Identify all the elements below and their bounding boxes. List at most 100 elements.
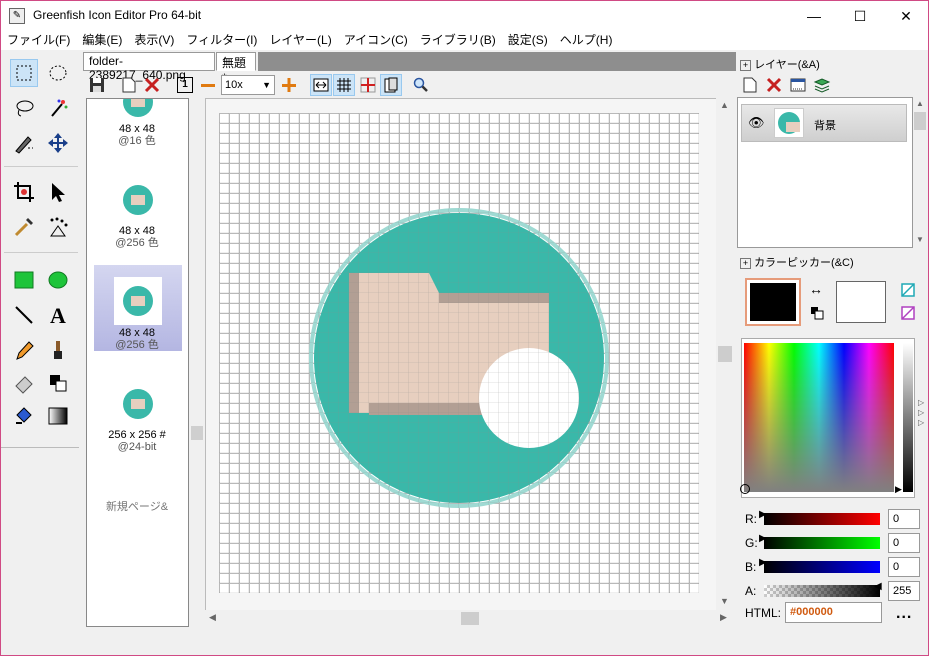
delete-page-button[interactable] bbox=[141, 74, 163, 96]
zoom-in-button[interactable] bbox=[278, 74, 300, 96]
scroll-left-icon[interactable]: ◀ bbox=[209, 612, 216, 623]
hue-saturation-field[interactable] bbox=[744, 343, 894, 492]
scroll-up-icon[interactable]: ▲ bbox=[720, 100, 729, 110]
line-tool[interactable] bbox=[10, 301, 38, 329]
minimize-button[interactable]: — bbox=[791, 1, 837, 31]
canvas-hscroll[interactable]: ◀ ▶ bbox=[205, 610, 734, 627]
pixel-canvas[interactable] bbox=[219, 113, 699, 593]
menu-edit[interactable]: 編集(E) bbox=[76, 30, 128, 48]
paint-bucket-tool[interactable] bbox=[10, 402, 38, 430]
primary-color-swatch[interactable] bbox=[745, 278, 801, 326]
vscroll-thumb[interactable] bbox=[718, 346, 732, 362]
eraser-tool[interactable] bbox=[10, 369, 38, 397]
menu-view[interactable]: 表示(V) bbox=[128, 30, 180, 48]
scroll-right-icon[interactable]: ▶ bbox=[720, 612, 727, 623]
html-color-input[interactable]: #000000 bbox=[785, 602, 882, 623]
spray-fill-tool[interactable] bbox=[44, 213, 72, 241]
zoom-select[interactable]: 10x ▼ bbox=[221, 75, 275, 95]
secondary-color-swatch[interactable] bbox=[836, 281, 886, 323]
preview-button[interactable] bbox=[380, 74, 402, 96]
fit-width-button[interactable] bbox=[310, 74, 332, 96]
r-slider[interactable] bbox=[764, 513, 880, 525]
zoom-out-button[interactable] bbox=[197, 74, 219, 96]
b-label: B: bbox=[745, 560, 757, 574]
layer-item[interactable]: 👁 背景 bbox=[741, 104, 907, 142]
pencil-tool[interactable] bbox=[10, 336, 38, 364]
fill-tool[interactable] bbox=[44, 369, 72, 397]
new-page-link[interactable]: 新規ページ& bbox=[87, 501, 187, 513]
add-layer-button[interactable] bbox=[739, 74, 761, 96]
menu-file[interactable]: ファイル(F) bbox=[1, 30, 76, 48]
swap-colors-icon[interactable]: ↔ bbox=[809, 281, 823, 297]
ellipse-select-tool[interactable] bbox=[44, 59, 72, 87]
more-options-button[interactable]: ... bbox=[896, 605, 912, 623]
r-input[interactable]: 0 bbox=[888, 509, 920, 529]
layer-properties-button[interactable] bbox=[787, 74, 809, 96]
scroll-up-icon[interactable]: ▲ bbox=[916, 99, 924, 108]
transparent-color-button[interactable] bbox=[901, 283, 915, 300]
eyedropper-tool[interactable] bbox=[10, 213, 38, 241]
scroll-down-icon[interactable]: ▼ bbox=[720, 596, 729, 606]
delete-layer-button[interactable] bbox=[763, 74, 785, 96]
layer-list-scrollbar[interactable]: ▲ ▼ bbox=[913, 97, 927, 248]
brush-tool[interactable] bbox=[44, 336, 72, 364]
pointer-tool[interactable] bbox=[44, 178, 72, 206]
rectangle-tool[interactable] bbox=[10, 266, 38, 294]
crop-tool[interactable] bbox=[10, 178, 38, 206]
b-input[interactable]: 0 bbox=[888, 557, 920, 577]
center-lines-button[interactable] bbox=[357, 74, 379, 96]
g-slider[interactable] bbox=[764, 537, 880, 549]
grid-toggle-button[interactable] bbox=[333, 74, 355, 96]
menu-filter[interactable]: フィルター(I) bbox=[180, 30, 263, 48]
page-thumb-3[interactable] bbox=[123, 389, 153, 419]
magic-wand-tool[interactable] bbox=[44, 94, 72, 122]
rect-select-tool[interactable] bbox=[10, 59, 38, 87]
menu-layer[interactable]: レイヤー(L) bbox=[263, 30, 337, 48]
gradient-tool[interactable] bbox=[44, 402, 72, 430]
page-thumb-0[interactable] bbox=[123, 99, 153, 117]
b-slider-handle-icon[interactable]: ▶ bbox=[759, 557, 767, 568]
expand-arrows-icon[interactable]: ▷ ▷ ▷ bbox=[918, 398, 924, 428]
menu-library[interactable]: ライブラリ(B) bbox=[414, 30, 502, 48]
a-input[interactable]: 255 bbox=[888, 581, 920, 601]
brightness-marker-icon[interactable]: ▶ bbox=[895, 484, 902, 495]
merge-layers-button[interactable] bbox=[811, 74, 833, 96]
g-slider-handle-icon[interactable]: ▶ bbox=[759, 533, 767, 544]
splitter[interactable] bbox=[190, 98, 204, 627]
color-picker-header[interactable]: + カラーピッカー(&C) bbox=[740, 254, 854, 270]
tab-untitled[interactable]: 無題* bbox=[216, 52, 256, 85]
brightness-slider[interactable] bbox=[903, 343, 913, 492]
maximize-button[interactable]: ☐ bbox=[837, 1, 883, 31]
text-tool[interactable]: A bbox=[44, 301, 72, 329]
page-colors-3: @24-bit bbox=[117, 441, 157, 453]
hscroll-thumb[interactable] bbox=[461, 612, 479, 625]
pen-path-tool[interactable] bbox=[10, 129, 38, 157]
zoom-tool-button[interactable] bbox=[410, 74, 432, 96]
page-thumb-1[interactable] bbox=[123, 185, 153, 215]
page-number-button[interactable]: 1 bbox=[174, 74, 196, 96]
b-slider[interactable] bbox=[764, 561, 880, 573]
menu-settings[interactable]: 設定(S) bbox=[502, 30, 554, 48]
splitter-handle[interactable] bbox=[191, 426, 203, 440]
scroll-down-icon[interactable]: ▼ bbox=[916, 235, 924, 244]
layer-scroll-thumb[interactable] bbox=[914, 112, 926, 130]
color-cursor[interactable] bbox=[740, 484, 750, 494]
menu-help[interactable]: ヘルプ(H) bbox=[554, 30, 619, 48]
tab-folder-png[interactable]: folder-2389217_640.png bbox=[83, 52, 215, 82]
inverted-color-button[interactable] bbox=[901, 306, 915, 323]
ellipse-tool[interactable] bbox=[44, 266, 72, 294]
reset-colors-icon[interactable] bbox=[810, 306, 824, 323]
lasso-tool[interactable] bbox=[10, 94, 38, 122]
eye-icon[interactable]: 👁 bbox=[748, 115, 765, 131]
new-page-button[interactable] bbox=[118, 74, 140, 96]
close-button[interactable]: ✕ bbox=[883, 1, 929, 31]
r-slider-handle-icon[interactable]: ▶ bbox=[759, 509, 767, 520]
a-slider[interactable] bbox=[764, 585, 880, 597]
move-tool[interactable] bbox=[44, 129, 72, 157]
menu-icon[interactable]: アイコン(C) bbox=[338, 30, 414, 48]
layers-header[interactable]: + レイヤー(&A) bbox=[740, 56, 820, 72]
a-slider-handle-icon[interactable]: ◀ bbox=[874, 581, 882, 592]
save-button[interactable] bbox=[86, 74, 108, 96]
canvas-vscroll[interactable]: ▲ ▼ bbox=[716, 98, 734, 610]
g-input[interactable]: 0 bbox=[888, 533, 920, 553]
